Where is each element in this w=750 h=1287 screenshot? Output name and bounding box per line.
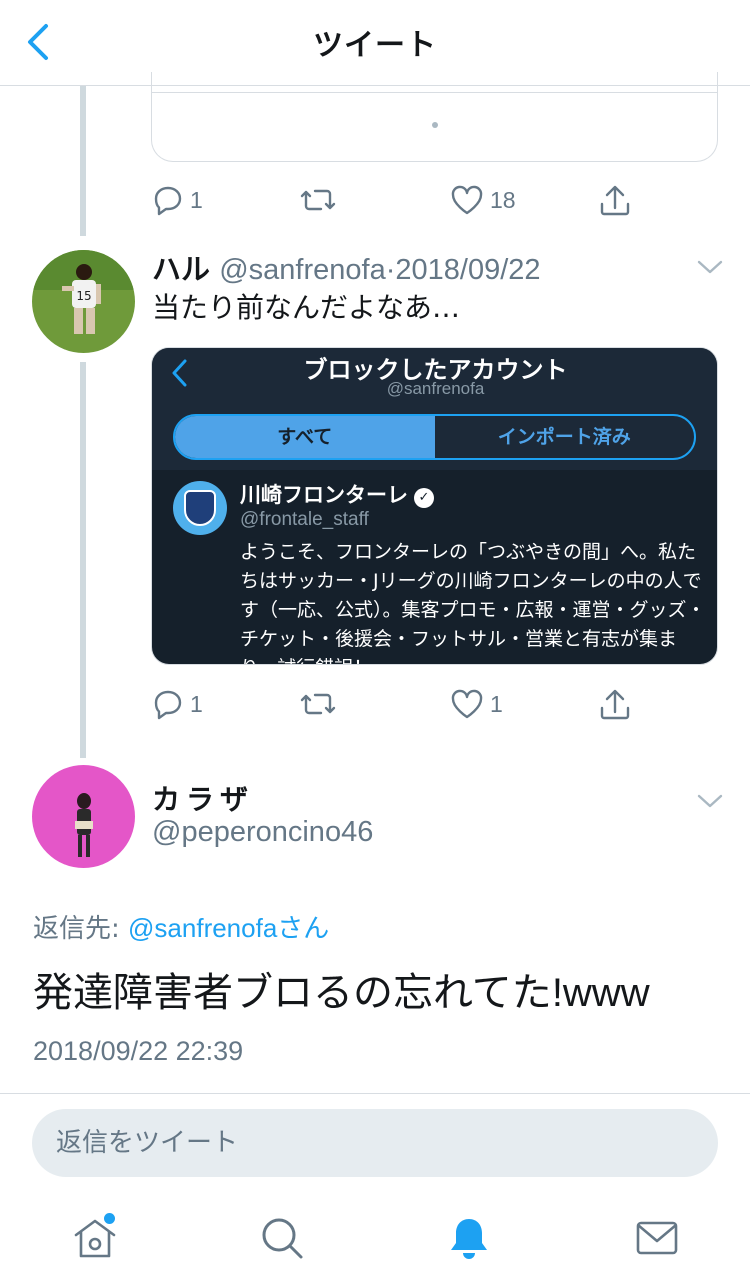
- reply-to-line: 返信先: @sanfrenofaさん: [33, 908, 329, 945]
- tweet-text: 当たり前なんだよなあ…: [152, 291, 461, 324]
- tweet-actions: 1 1: [150, 688, 650, 728]
- share-icon: [600, 689, 630, 720]
- chevron-down-icon[interactable]: [696, 792, 724, 810]
- embedded-header: ブロックしたアカウント @sanfrenofa すべて インポート済み: [152, 348, 717, 470]
- embedded-account-name: 川崎フロンターレ ✓: [240, 479, 434, 509]
- reply-button[interactable]: 1: [152, 688, 203, 720]
- reply-to-suffix[interactable]: さん: [277, 914, 329, 944]
- retweet-icon: [300, 189, 336, 211]
- reply-button[interactable]: 1: [152, 184, 203, 216]
- segment-imported: インポート済み: [497, 426, 631, 448]
- card-divider: [152, 92, 717, 93]
- tweet-text-latin: !www: [551, 971, 650, 1015]
- tweet-text-jp: 発達障害者ブロるの忘れてた: [33, 970, 552, 1016]
- embedded-segment-control: すべて インポート済み: [173, 414, 696, 460]
- reply-icon: [154, 186, 182, 216]
- like-count: 1: [490, 690, 503, 717]
- reply-count: 1: [190, 690, 203, 717]
- like-button[interactable]: 1: [450, 688, 503, 720]
- retweet-button[interactable]: [300, 688, 342, 720]
- club-emblem-icon: [184, 490, 216, 526]
- like-count: 18: [490, 186, 516, 213]
- tab-notifications[interactable]: [444, 1213, 494, 1263]
- heart-icon: [451, 185, 483, 215]
- previous-tweet-card[interactable]: [151, 72, 718, 162]
- display-name[interactable]: ハル: [152, 252, 210, 286]
- svg-text:15: 15: [76, 289, 91, 303]
- soccer-player-avatar-image: 15: [32, 250, 135, 353]
- avatar[interactable]: [32, 765, 135, 868]
- like-button[interactable]: 18: [450, 184, 516, 216]
- embedded-account-avatar: [173, 481, 227, 535]
- heart-icon: [451, 689, 483, 719]
- reply-mention-link[interactable]: @sanfrenofa: [128, 913, 277, 943]
- divider: [0, 1093, 750, 1094]
- segment-all: すべて: [175, 416, 435, 458]
- reply-to-prefix: 返信先:: [33, 914, 129, 944]
- home-notification-dot: [104, 1213, 115, 1224]
- tweet-timestamp: 2018/09/22 22:39: [33, 1036, 244, 1066]
- avatar[interactable]: 15: [32, 250, 135, 353]
- person-avatar-image: [32, 765, 135, 868]
- user-handle[interactable]: @peperoncino46: [152, 816, 373, 849]
- separator: ·: [385, 254, 396, 286]
- tweet-header: ハル @sanfrenofa·2018/09/22: [152, 246, 541, 288]
- verified-badge-icon: ✓: [414, 488, 434, 508]
- user-handle[interactable]: @sanfrenofa: [219, 254, 385, 286]
- embedded-account-handle: @frontale_staff: [240, 509, 369, 530]
- embedded-account-bio: ようこそ、フロンターレの「つぶやきの間」へ。私たちはサッカー・Jリーグの川崎フロ…: [240, 541, 706, 664]
- share-button[interactable]: [598, 688, 632, 722]
- chevron-down-icon[interactable]: [696, 258, 724, 276]
- tab-bar: [0, 1195, 750, 1287]
- reply-input[interactable]: 返信をツイート: [32, 1109, 718, 1177]
- page-title: ツイート: [313, 28, 437, 63]
- tab-messages[interactable]: [632, 1213, 682, 1263]
- thread-connector-top: [80, 86, 86, 236]
- share-icon: [600, 185, 630, 216]
- share-button[interactable]: [598, 184, 632, 218]
- mail-icon: [636, 1221, 678, 1255]
- tweet-text: 発達障害者ブロるの忘れてた!www: [33, 960, 650, 1018]
- embedded-subtitle: @sanfrenofa: [386, 379, 485, 398]
- retweet-icon: [300, 693, 336, 715]
- bell-icon: [451, 1219, 487, 1259]
- display-name[interactable]: カラザ: [152, 778, 254, 818]
- reply-count: 1: [190, 186, 203, 213]
- prev-tweet-actions: 1 18: [150, 184, 650, 224]
- search-icon: [262, 1218, 303, 1259]
- reply-icon: [154, 690, 182, 720]
- thread-connector-bottom: [80, 362, 86, 758]
- tweet-date: 2018/09/22: [395, 254, 541, 286]
- tab-search[interactable]: [257, 1213, 307, 1263]
- embedded-account-name-text: 川崎フロンターレ: [240, 483, 408, 507]
- page-indicator-dot: [432, 122, 438, 128]
- embedded-image[interactable]: ブロックしたアカウント @sanfrenofa すべて インポート済み 川崎フロ…: [151, 347, 718, 665]
- retweet-button[interactable]: [300, 184, 342, 216]
